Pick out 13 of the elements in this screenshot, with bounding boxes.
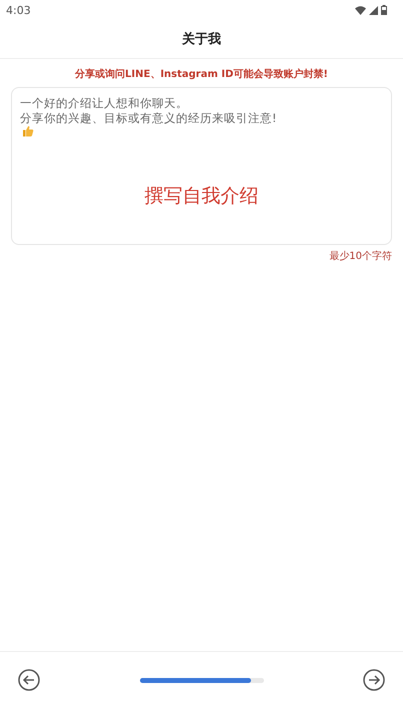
hint-line: 分享你的兴趣、目标或有意义的经历来吸引注意! (20, 111, 277, 126)
min-length-hint: 最少10个字符 (329, 250, 392, 263)
page-title: 关于我 (182, 30, 221, 48)
back-button[interactable] (18, 669, 40, 691)
hint-line: 一个好的介绍让人想和你聊天。 (20, 96, 188, 111)
warning-text: 分享或询问LINE、Instagram ID可能会导致账户封禁! (74, 67, 329, 81)
signal-icon (369, 6, 378, 14)
battery-icon (381, 5, 387, 15)
write-intro-prompt: 撰写自我介绍 (144, 184, 260, 209)
wifi-icon (355, 6, 366, 14)
thumbs-up-icon (22, 125, 34, 137)
next-button[interactable] (363, 669, 385, 691)
status-time: 4:03 (6, 4, 31, 16)
